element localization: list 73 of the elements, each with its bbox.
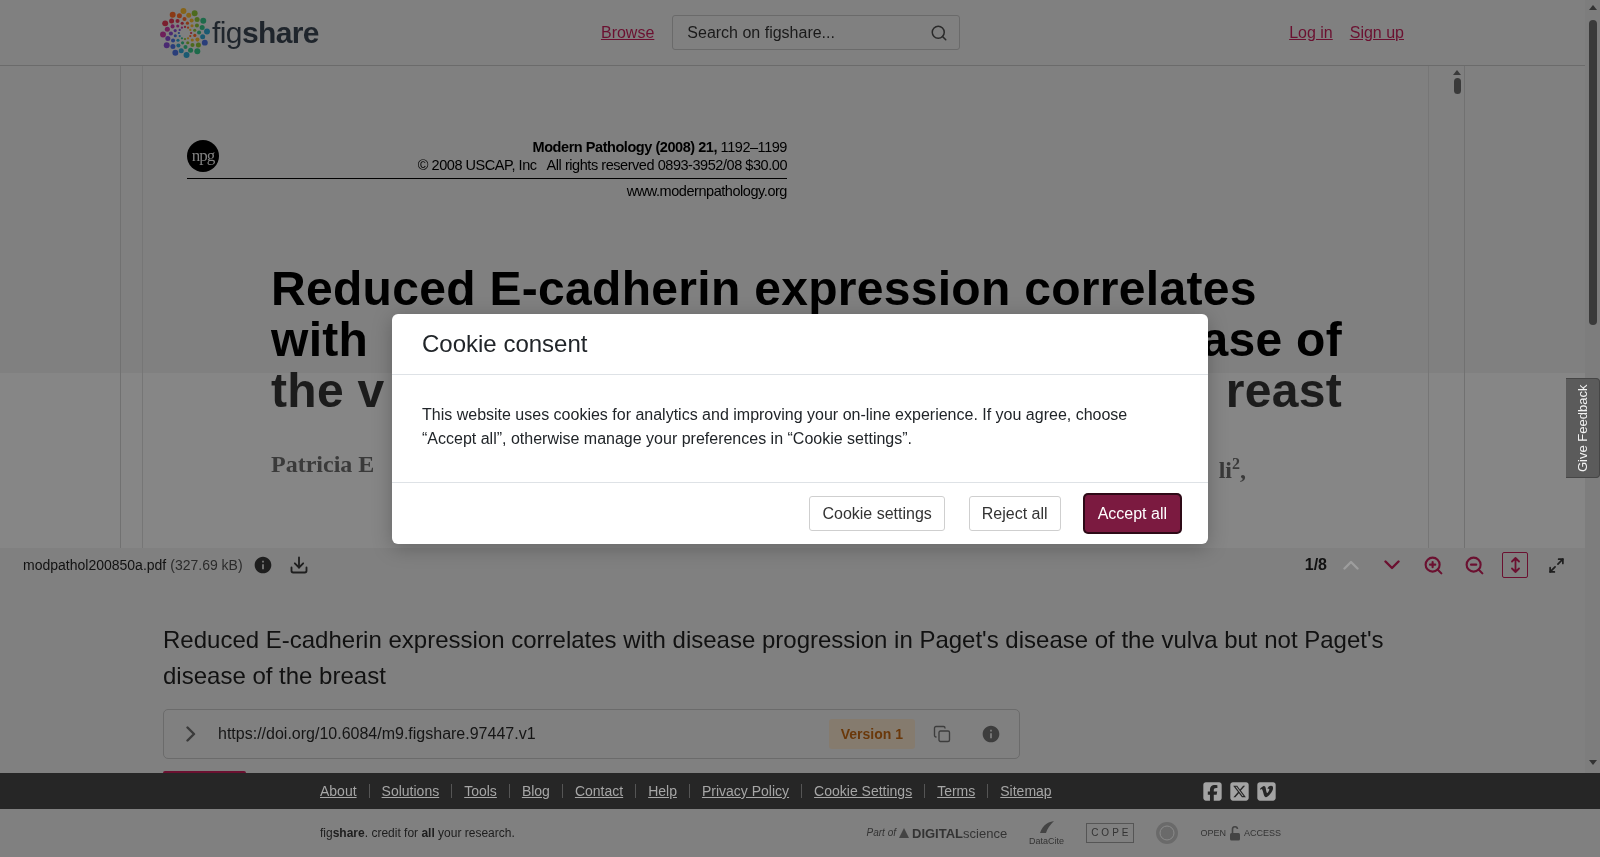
- partner-name: DataCite: [1029, 837, 1065, 846]
- vimeo-icon[interactable]: [1256, 780, 1277, 802]
- footer-link[interactable]: Contact: [574, 783, 624, 799]
- scroll-down-arrow-icon[interactable]: [1588, 760, 1597, 765]
- file-info-button[interactable]: [252, 555, 273, 575]
- chevron-right-icon: [186, 726, 196, 742]
- author-text: li$^{2}$,: [1218, 454, 1246, 484]
- partner-name: DIGITALscience: [912, 826, 1008, 840]
- x-icon[interactable]: [1229, 780, 1250, 802]
- zoom-out-icon: [1463, 554, 1485, 576]
- dialog-message: This website uses cookies for analytics and improving your on-line experience. If you agree, choose “Accept all”, otherwise manage your preferences in “Cookie settings”.: [422, 405, 1129, 449]
- facebook-icon[interactable]: [1202, 780, 1223, 802]
- scrollbar-thumb[interactable]: [1453, 78, 1461, 94]
- padlock-icon: [1229, 825, 1241, 841]
- partner-name: OPEN: [1200, 828, 1226, 838]
- partner-name: ACCESS: [1244, 828, 1281, 838]
- footer-link[interactable]: Sitemap: [1000, 783, 1052, 799]
- scroll-up-arrow-icon[interactable]: [1588, 5, 1597, 10]
- download-icon: [288, 555, 309, 575]
- footer-link[interactable]: Cookie Settings: [814, 783, 913, 799]
- publisher-mark: npg: [187, 140, 219, 172]
- search-field[interactable]: Search on figshare...: [672, 15, 961, 50]
- dialog-button[interactable]: Cookie settings: [809, 496, 945, 531]
- triangle-icon: [899, 828, 909, 838]
- file-size: (327.69 kB): [170, 557, 243, 573]
- chevron-up-icon: [1343, 560, 1359, 570]
- dialog-button[interactable]: Reject all: [968, 496, 1061, 531]
- doi-link[interactable]: https://doi.org/10.6084/m9.figshare.97447.v1: [218, 725, 536, 743]
- footer-link[interactable]: Help: [648, 783, 677, 799]
- item-title: Reduced E-cadherin expression correlates with disease progression in Paget's disease of the vulva but not Paget's disease of the breast: [163, 625, 1385, 691]
- version-badge: Version 1: [828, 719, 915, 749]
- chevron-down-icon: [1384, 560, 1400, 570]
- partner-caption: Part of: [866, 828, 896, 838]
- accept-button[interactable]: Accept all: [1084, 495, 1180, 532]
- footer-link[interactable]: Tools: [464, 783, 497, 799]
- footer-link[interactable]: Terms: [937, 783, 976, 799]
- rights-text: All rights reserved 0893-3952/08 $30.00: [546, 156, 787, 174]
- search-icon: [930, 24, 949, 42]
- dialog-title: Cookie consent: [422, 330, 588, 358]
- zoom-in-icon: [1422, 554, 1444, 576]
- page-indicator: 1/8: [1304, 556, 1327, 574]
- fit-height-button[interactable]: [1502, 552, 1528, 578]
- copyright-text: © 2008 USCAP, Inc: [417, 156, 537, 174]
- file-name: modpathol200850a.pdf: [23, 557, 167, 573]
- feedback-tab[interactable]: Give Feedback: [1566, 378, 1600, 478]
- download-button[interactable]: [288, 555, 309, 575]
- partner-name: COPE: [1086, 823, 1135, 843]
- scroll-up-arrow-icon[interactable]: [1453, 70, 1461, 75]
- swoosh-icon: [1038, 820, 1055, 834]
- info-icon: [252, 555, 273, 575]
- footer-link[interactable]: Privacy Policy: [701, 783, 790, 799]
- footer-link[interactable]: Blog: [521, 783, 550, 799]
- swirl-icon: [160, 7, 210, 58]
- info-icon: [981, 724, 1001, 744]
- document-title-text: reast: [1225, 365, 1342, 416]
- copy-icon: [933, 725, 951, 743]
- expand-button[interactable]: [186, 726, 196, 742]
- journal-citation: Modern Pathology (2008) 21, 1192–1199: [532, 138, 787, 156]
- author-text: Patricia E: [271, 450, 375, 479]
- round-seal-icon: [1156, 822, 1179, 844]
- expand-icon: [1547, 556, 1565, 574]
- copy-button[interactable]: [933, 725, 951, 743]
- scrollbar-thumb[interactable]: [1588, 20, 1597, 325]
- journal-website: www.modernpathology.org: [626, 182, 787, 200]
- logo-link[interactable]: figshare: [160, 7, 319, 58]
- footer-link[interactable]: Solutions: [381, 783, 440, 799]
- footer-link[interactable]: About: [320, 783, 357, 799]
- tagline: figshare. credit for all your research.: [320, 826, 515, 840]
- document-title-text: with: [271, 314, 369, 365]
- document-title-text: the v: [271, 365, 385, 416]
- info-button[interactable]: [981, 724, 1001, 744]
- vertical-arrows-icon: [1510, 557, 1520, 573]
- document-title-text: Reduced E-cadherin expression correlates: [271, 263, 1257, 314]
